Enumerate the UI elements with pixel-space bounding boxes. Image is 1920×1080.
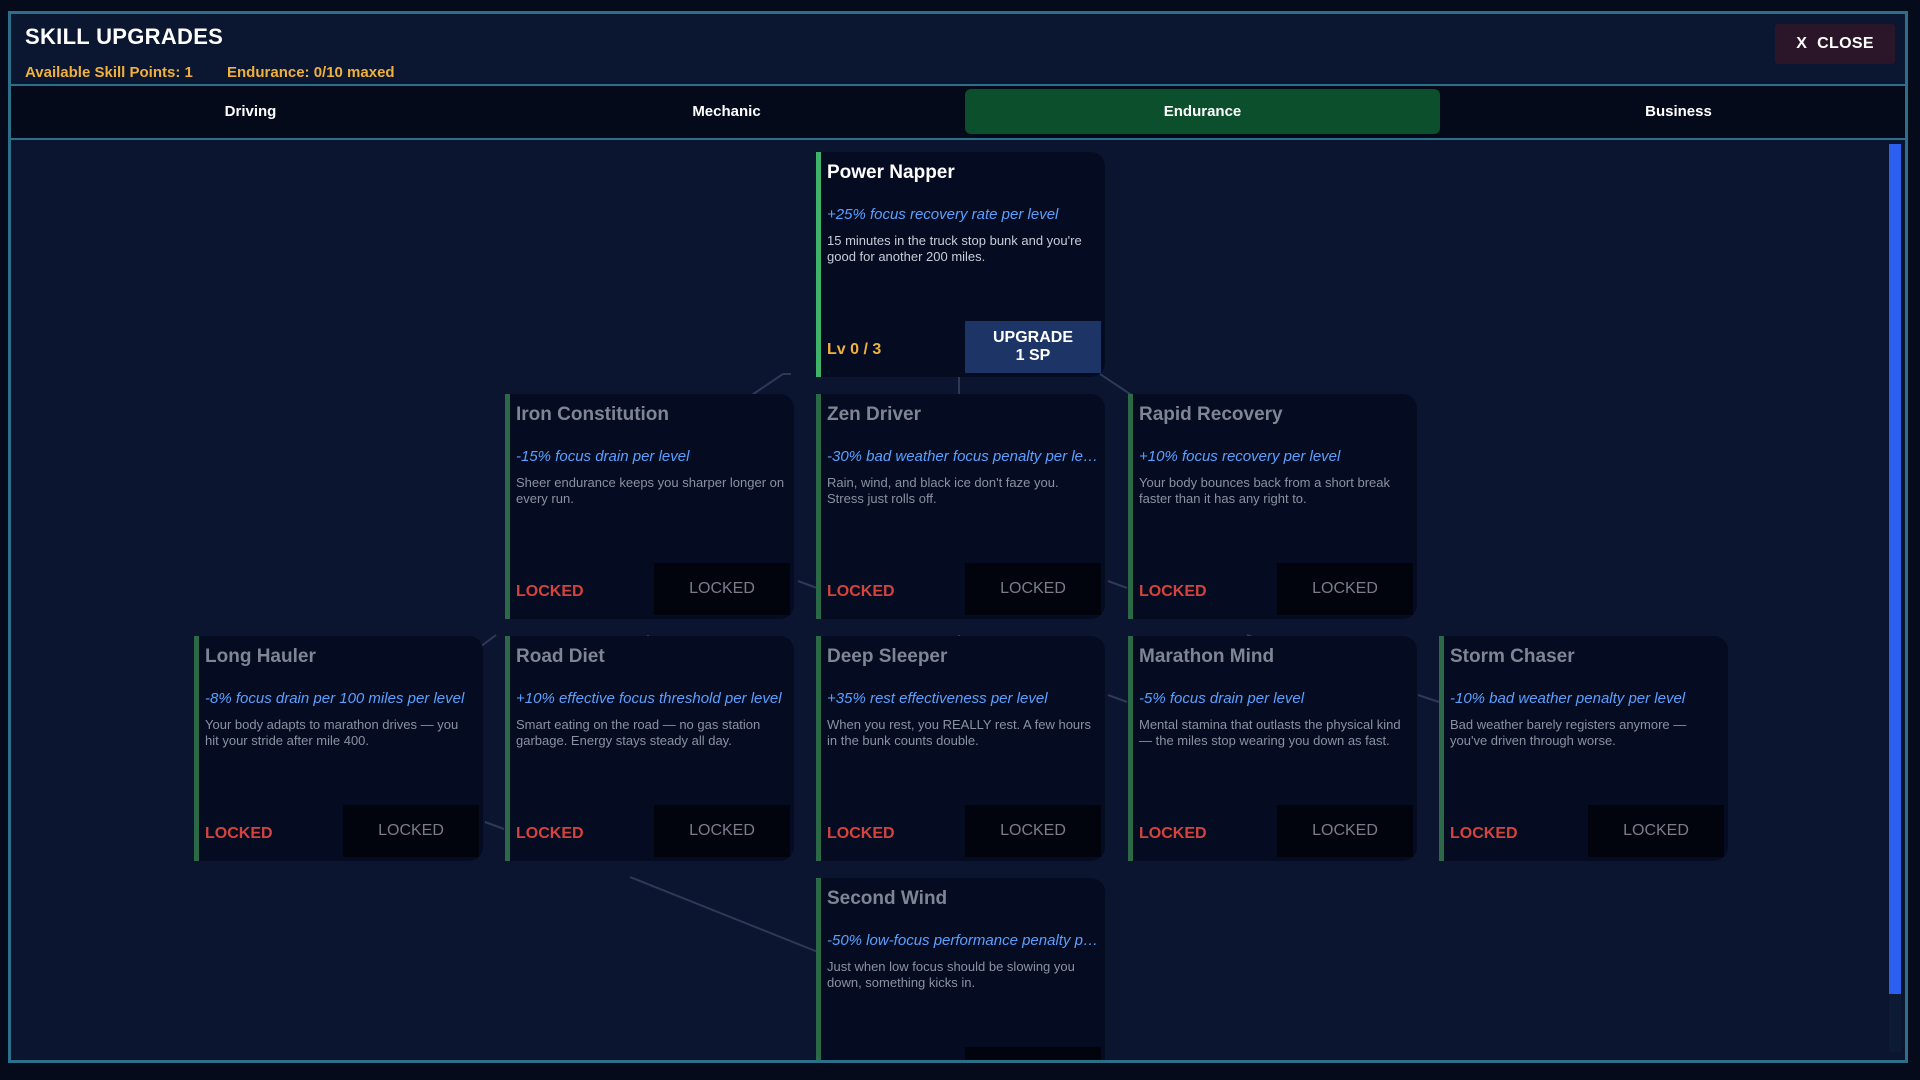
locked-button[interactable]: LOCKED (965, 805, 1101, 857)
tab-business[interactable]: Business (1441, 89, 1916, 134)
skill-description: 15 minutes in the truck stop bunk and yo… (827, 233, 1082, 264)
skill-name: Marathon Mind (1139, 646, 1275, 667)
skill-description: When you rest, you REALLY rest. A few ho… (827, 717, 1091, 748)
skill-card-deep-sleeper: Deep Sleeper +35% rest effectiveness per… (816, 636, 1105, 861)
skill-card-rapid-recovery: Rapid Recovery +10% focus recovery per l… (1128, 394, 1417, 619)
skill-description: Rain, wind, and black ice don't faze you… (827, 475, 1059, 506)
skill-upgrades-window: SKILL UPGRADES Available Skill Points: 1… (8, 11, 1908, 1063)
skill-effect: -30% bad weather focus penalty per level (827, 448, 1102, 465)
skill-points-label: Available Skill Points: 1 (25, 64, 193, 81)
skill-name: Road Diet (516, 646, 605, 667)
skill-effect: -50% low-focus performance penalty per l… (827, 932, 1102, 949)
skill-level: LOCKED (516, 825, 584, 842)
link-zen-driver-marathon-mind (1107, 580, 1128, 589)
link-rapid-recovery-storm-chaser (1417, 694, 1440, 703)
skill-effect: -5% focus drain per level (1139, 690, 1305, 707)
skill-level: LOCKED (205, 825, 273, 842)
skill-name: Iron Constitution (516, 404, 670, 425)
skill-level: LOCKED (827, 583, 895, 600)
link-iron-constitution-deep-sleeper (797, 580, 818, 589)
link-rapid-recovery-deep-sleeper (1107, 694, 1128, 703)
skill-effect: +10% effective focus threshold per level (516, 690, 782, 707)
skill-card-iron-constitution: Iron Constitution -15% focus drain per l… (505, 394, 794, 619)
skill-name: Power Napper (827, 162, 955, 183)
skill-card-long-hauler: Long Hauler -8% focus drain per 100 mile… (194, 636, 483, 861)
skill-level: LOCKED (1450, 825, 1518, 842)
close-label: CLOSE (1817, 35, 1874, 52)
locked-button[interactable]: LOCKED (1277, 563, 1413, 615)
close-button[interactable]: X CLOSE (1775, 24, 1895, 64)
locked-button[interactable] (965, 1047, 1101, 1060)
skill-description: Bad weather barely registers anymore — y… (1450, 717, 1687, 748)
skill-description: Just when low focus should be slowing yo… (827, 959, 1075, 990)
skill-level: LOCKED (1139, 583, 1207, 600)
skill-description: Mental stamina that outlasts the physica… (1139, 717, 1401, 748)
skill-effect: -8% focus drain per 100 miles per level (205, 690, 465, 707)
skill-name: Deep Sleeper (827, 646, 948, 667)
category-tabs: Driving Mechanic Endurance Business (11, 86, 1905, 140)
tab-endurance[interactable]: Endurance (965, 89, 1440, 134)
page-title: SKILL UPGRADES (25, 24, 224, 49)
skill-effect: -15% focus drain per level (516, 448, 690, 465)
locked-button[interactable]: LOCKED (1588, 805, 1724, 857)
skill-effect: +35% rest effectiveness per level (827, 690, 1048, 707)
tab-mechanic[interactable]: Mechanic (489, 89, 964, 134)
scrollbar-thumb[interactable] (1889, 144, 1901, 994)
skill-effect: -10% bad weather penalty per level (1450, 690, 1686, 707)
skill-name: Zen Driver (827, 404, 921, 425)
header: SKILL UPGRADES Available Skill Points: 1… (11, 14, 1905, 86)
close-icon: X (1796, 35, 1808, 52)
skill-card-marathon-mind: Marathon Mind -5% focus drain per level … (1128, 636, 1417, 861)
upgrade-button[interactable]: UPGRADE 1 SP (965, 321, 1101, 373)
vertical-scrollbar[interactable] (1889, 144, 1901, 1052)
skill-description: Your body bounces back from a short brea… (1139, 475, 1390, 506)
skill-name: Storm Chaser (1450, 646, 1575, 667)
skill-name: Long Hauler (205, 646, 316, 667)
locked-button[interactable]: LOCKED (965, 563, 1101, 615)
skill-level: LOCKED (1139, 825, 1207, 842)
skill-level: LOCKED (827, 825, 895, 842)
link-long-hauler-road-diet (484, 821, 505, 830)
skill-description: Your body adapts to marathon drives — yo… (205, 717, 459, 748)
locked-button[interactable]: LOCKED (654, 563, 790, 615)
skill-description: Sheer endurance keeps you sharper longer… (516, 475, 785, 506)
locked-button[interactable]: LOCKED (654, 805, 790, 857)
skill-level: Lv 0 / 3 (827, 341, 882, 358)
skill-name: Second Wind (827, 888, 948, 909)
tab-driving[interactable]: Driving (13, 89, 488, 134)
link-road-diet-second-wind (629, 876, 819, 953)
skill-card-storm-chaser: Storm Chaser -10% bad weather penalty pe… (1439, 636, 1728, 861)
skill-card-second-wind: Second Wind -50% low-focus performance p… (816, 878, 1105, 1060)
skill-effect: +25% focus recovery rate per level (827, 206, 1059, 223)
skill-name: Rapid Recovery (1139, 404, 1283, 425)
locked-button[interactable]: LOCKED (343, 805, 479, 857)
category-status-label: Endurance: 0/10 maxed (227, 64, 395, 81)
skill-description: Smart eating on the road — no gas statio… (516, 717, 761, 748)
skill-card-zen-driver: Zen Driver -30% bad weather focus penalt… (816, 394, 1105, 619)
status-line: Available Skill Points: 1 Endurance: 0/1… (25, 64, 425, 81)
skill-tree-area[interactable]: Power Napper +25% focus recovery rate pe… (11, 140, 1905, 1060)
skill-effect: +10% focus recovery per level (1139, 448, 1341, 465)
skill-card-power-napper: Power Napper +25% focus recovery rate pe… (816, 152, 1105, 377)
skill-level: LOCKED (516, 583, 584, 600)
skill-card-road-diet: Road Diet +10% effective focus threshold… (505, 636, 794, 861)
locked-button[interactable]: LOCKED (1277, 805, 1413, 857)
